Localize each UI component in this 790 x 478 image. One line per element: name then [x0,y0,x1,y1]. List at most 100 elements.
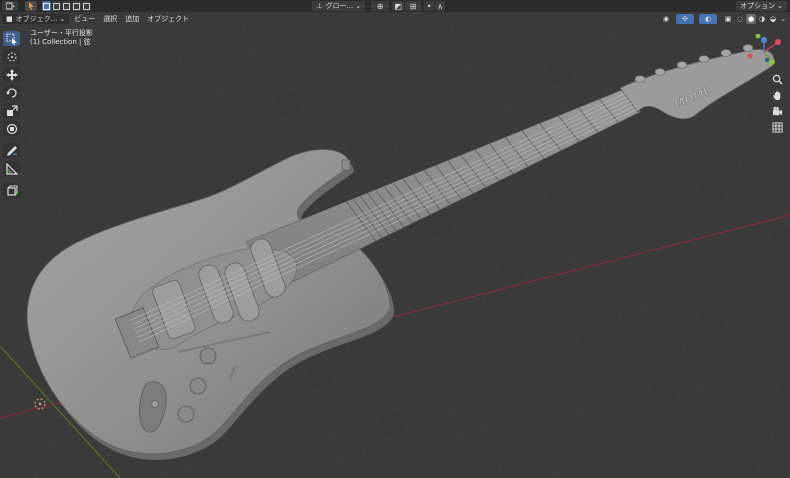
3d-viewport[interactable]: MOMI [0,0,790,478]
select-mode-new[interactable] [42,1,51,11]
chevron-down-icon: ⌄ [780,14,786,23]
tool-select-box[interactable] [3,31,20,46]
tool-cursor[interactable] [3,49,20,64]
gizmo-toggle[interactable]: ✣ [676,13,694,24]
gizmo-neg-y-axis[interactable] [755,33,761,39]
menu-view[interactable]: ビュー [70,14,99,24]
options-label: オプション [740,2,776,10]
menu-add[interactable]: 追加 [121,14,143,24]
gizmo-neg-z-axis[interactable] [764,57,770,63]
falloff-button[interactable]: ∧ [435,1,446,11]
view-navigation [770,72,786,136]
perspective-toggle-button[interactable] [770,120,784,134]
gizmo-y-axis[interactable] [769,59,775,65]
pan-hand-icon [772,90,780,100]
shading-material[interactable]: ◑ [757,14,767,24]
square-icon [63,2,70,10]
strap-button [341,159,351,171]
chevron-down-icon: ⌄ [355,2,362,10]
transform-icon [6,123,17,134]
viewport-menu-bar: ■ オブジェク... ⌄ ビュー 選択 追加 オブジェクト ◉ ✣ ◐ ▣ ◌ … [0,12,790,25]
tool-add-cube[interactable] [3,183,20,198]
tool-transform[interactable] [3,121,20,136]
snap-target-button[interactable]: ⊞ [405,1,422,11]
visibility-button[interactable]: ◉ [657,14,675,24]
pan-button[interactable] [770,88,784,102]
rendered-sphere-icon: ◒ [769,14,777,23]
overlay-toggle[interactable]: ◐ [699,13,717,24]
tool-annotate[interactable] [3,143,20,158]
xray-icon: ▣ [724,14,732,23]
select-box-icon [6,33,17,45]
pivot-icon: ⊕ [376,1,384,11]
view-name: ユーザー・平行投影 [30,29,93,37]
wireframe-sphere-icon: ◌ [736,14,744,23]
pencil-icon [6,145,17,156]
overlay-icon: ◐ [704,14,712,23]
navigation-gizmo[interactable] [744,33,784,68]
blender-window: MOMI ⊥ グロー... ⌄ ⊕ ◩ ⊞ • ∧ オプション ⌄ ■ オブジェ… [0,0,790,478]
select-mode-invert[interactable] [72,1,81,11]
square-icon [43,2,50,10]
menu-select[interactable]: 選択 [99,14,121,24]
falloff-icon: ∧ [437,1,444,11]
shading-wireframe[interactable]: ◌ [735,14,745,24]
solid-sphere-icon: ● [747,14,755,23]
square-icon [73,2,80,10]
square-icon [53,2,60,10]
square-icon [83,2,90,10]
tool-measure[interactable] [3,161,20,176]
proportional-edit-toggle[interactable]: • [424,1,435,11]
gizmo-icon: ✣ [682,14,688,23]
mode-dropdown[interactable]: ■ オブジェク... ⌄ [2,13,70,24]
material-sphere-icon: ◑ [758,14,766,23]
shading-solid[interactable]: ● [746,13,756,24]
magnet-icon: ◩ [394,1,402,11]
camera-view-button[interactable] [770,104,784,118]
cursor-icon [7,52,16,61]
editor-type-button[interactable] [2,1,18,11]
transform-orientation-label: グロー... [325,2,354,10]
zoom-icon [772,74,783,85]
chevron-down-icon: ⌄ [777,2,783,10]
select-mode-buttons [42,1,92,11]
grid-view-icon [771,121,783,133]
ruler-icon [5,162,18,175]
menu-object[interactable]: オブジェクト [143,14,193,24]
scale-icon [6,104,18,116]
snap-target-icon: ⊞ [409,1,417,11]
proportional-edit-icon: • [426,1,432,11]
tool-scale[interactable] [3,103,20,118]
gizmo-x-axis[interactable] [775,39,781,45]
chevron-down-icon: ⌄ [59,14,66,23]
collection-info: (1) Collection | 弦 [30,38,91,46]
select-mode-extend[interactable] [52,1,61,11]
shading-options-dropdown[interactable]: ⌄ [779,14,787,24]
viewport-header: ⊥ グロー... ⌄ ⊕ ◩ ⊞ • ∧ オプション ⌄ [0,0,790,12]
snap-toggle[interactable]: ◩ [392,1,405,11]
options-dropdown[interactable]: オプション ⌄ [736,1,787,11]
pointer-icon [28,2,34,10]
pivot-point-button[interactable]: ⊕ [371,1,390,11]
xray-toggle[interactable]: ▣ [722,14,734,24]
camera-icon [772,106,782,115]
rotate-icon [5,87,17,98]
select-mode-intersect[interactable] [82,1,91,11]
tool-rotate[interactable] [3,85,20,100]
object-mode-icon: ■ [6,14,13,23]
orientation-icon: ⊥ [316,2,323,10]
gizmo-z-axis[interactable] [761,37,767,43]
shading-rendered[interactable]: ◒ [768,14,778,24]
tool-move[interactable] [3,67,20,82]
mode-label: オブジェク... [15,14,58,23]
add-cube-icon [6,185,18,196]
editor-type-icon [5,2,15,10]
gizmo-neg-x-axis[interactable] [747,53,753,59]
zoom-button[interactable] [770,72,784,86]
select-tool-button[interactable] [25,1,37,11]
move-icon [5,68,18,81]
viewport-info: ユーザー・平行投影 (1) Collection | 弦 [30,29,93,47]
eye-icon: ◉ [662,14,670,23]
transform-orientation-dropdown[interactable]: ⊥ グロー... ⌄ [312,1,366,11]
select-mode-subtract[interactable] [62,1,71,11]
